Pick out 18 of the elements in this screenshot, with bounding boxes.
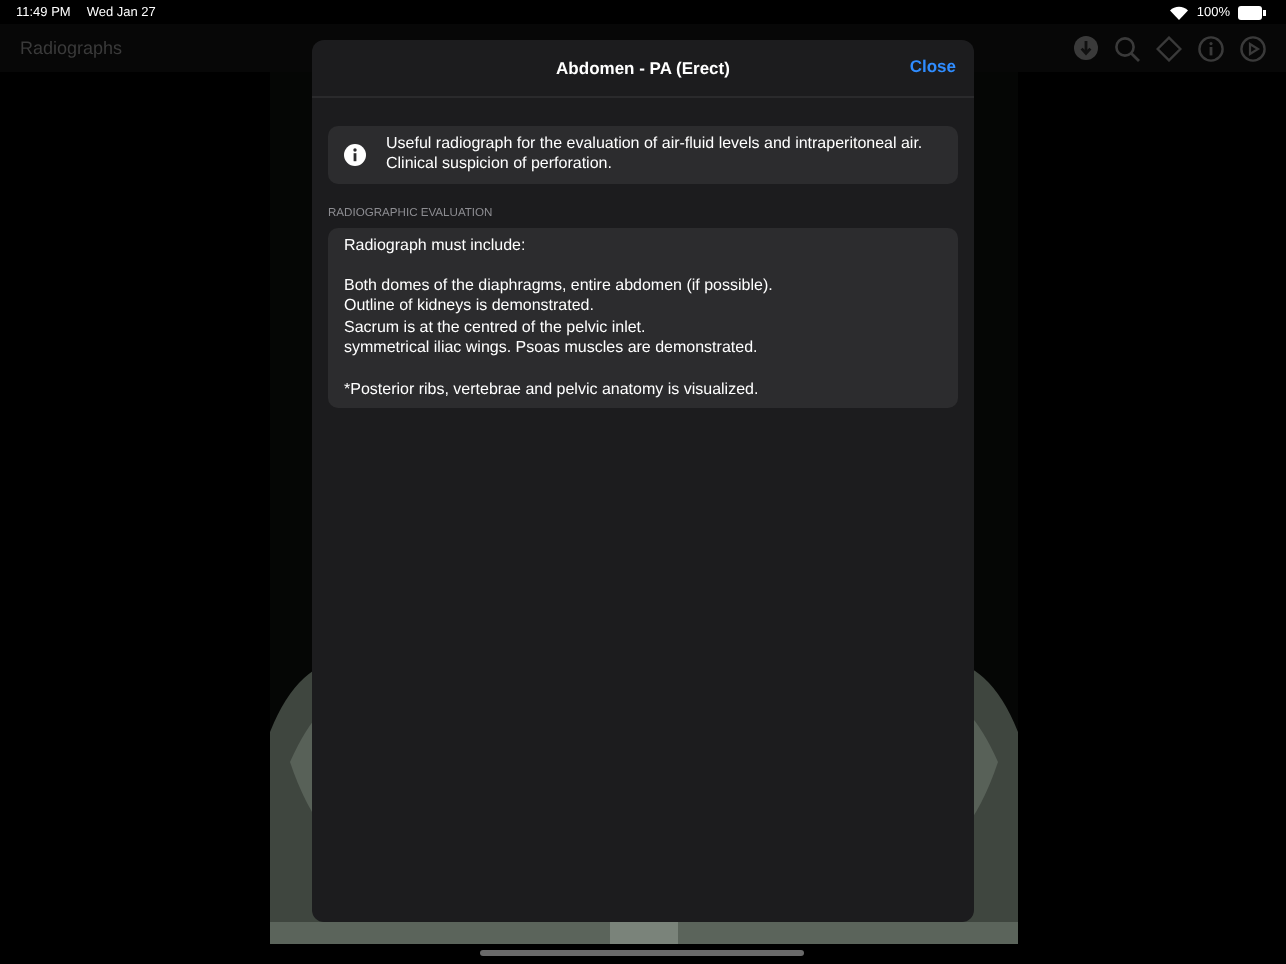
wifi-icon [1170,5,1189,19]
evaluation-text: Both domes of the diaphragms, entire abdomen (if possible). [344,276,775,297]
evaluation-text: Sacrum is at the centred of the pelvic inlet. [344,317,648,339]
search-icon[interactable] [1114,35,1140,61]
evaluation-text: symmetrical iliac wings. Psoas muscles are demonstrated. [344,338,760,359]
download-icon[interactable] [1074,36,1098,60]
evaluation-text: Outline of kidneys is demonstrated. [344,296,596,318]
info-text: Useful radiograph for the evaluation of air-fluid levels and intraperitoneal air. [386,134,923,155]
play-icon[interactable] [1240,35,1266,61]
diamond-icon[interactable] [1156,35,1182,61]
info-text: Clinical suspicion of perforation. [386,154,614,176]
battery-icon [1238,5,1266,19]
evaluation-text: *Posterior ribs, vertebrae and pelvic anatomy is visualized. [344,379,761,400]
info-icon[interactable] [1198,35,1224,61]
evaluation-text: Radiograph must include: [344,235,528,256]
modal-title: Abdomen - PA (Erect) [556,58,730,78]
close-button[interactable]: Close [909,56,956,76]
info-icon [344,143,366,166]
